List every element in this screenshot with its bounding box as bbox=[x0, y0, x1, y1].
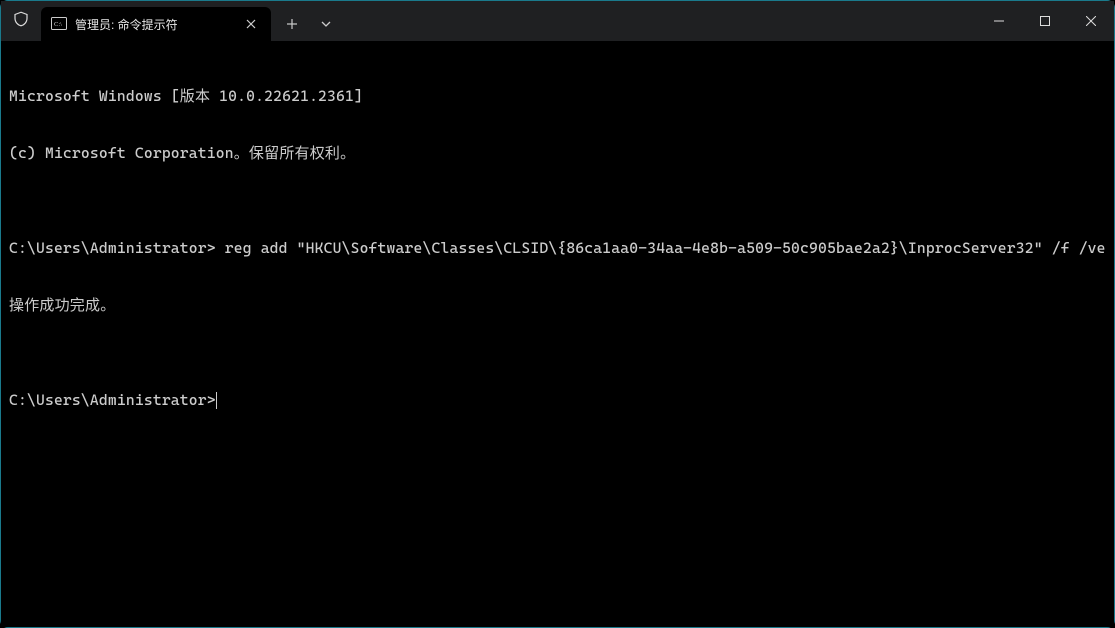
maximize-icon bbox=[1040, 16, 1050, 26]
app-icon-area bbox=[1, 1, 41, 41]
terminal-line: Microsoft Windows [版本 10.0.22621.2361] bbox=[9, 87, 1106, 106]
chevron-down-icon bbox=[320, 18, 332, 30]
titlebar-drag-area[interactable] bbox=[343, 1, 976, 41]
maximize-button[interactable] bbox=[1022, 1, 1068, 41]
terminal-line: (c) Microsoft Corporation。保留所有权利。 bbox=[9, 144, 1106, 163]
minimize-button[interactable] bbox=[976, 1, 1022, 41]
cmd-icon: C:\ bbox=[51, 16, 67, 32]
window-controls bbox=[976, 1, 1114, 41]
plus-icon bbox=[286, 18, 298, 30]
tab-actions bbox=[275, 1, 343, 41]
tab-active[interactable]: C:\ 管理员: 命令提示符 bbox=[41, 7, 271, 41]
text-cursor bbox=[216, 392, 217, 409]
titlebar: C:\ 管理员: 命令提示符 bbox=[1, 1, 1114, 41]
shield-icon bbox=[12, 10, 30, 33]
terminal-prompt: C:\Users\Administrator> bbox=[9, 391, 216, 409]
tab-close-button[interactable] bbox=[241, 14, 261, 34]
tab-title: 管理员: 命令提示符 bbox=[75, 16, 233, 33]
terminal-area[interactable]: Microsoft Windows [版本 10.0.22621.2361] (… bbox=[1, 41, 1114, 627]
terminal-line: 操作成功完成。 bbox=[9, 296, 1106, 315]
new-tab-button[interactable] bbox=[275, 9, 309, 39]
tab-dropdown-button[interactable] bbox=[309, 9, 343, 39]
close-window-button[interactable] bbox=[1068, 1, 1114, 41]
svg-text:C:\: C:\ bbox=[54, 21, 62, 28]
terminal-prompt-line: C:\Users\Administrator> bbox=[9, 391, 1106, 410]
minimize-icon bbox=[994, 16, 1004, 26]
close-icon bbox=[1086, 16, 1096, 26]
close-icon bbox=[246, 19, 256, 29]
terminal-line: C:\Users\Administrator> reg add "HKCU\So… bbox=[9, 239, 1106, 258]
